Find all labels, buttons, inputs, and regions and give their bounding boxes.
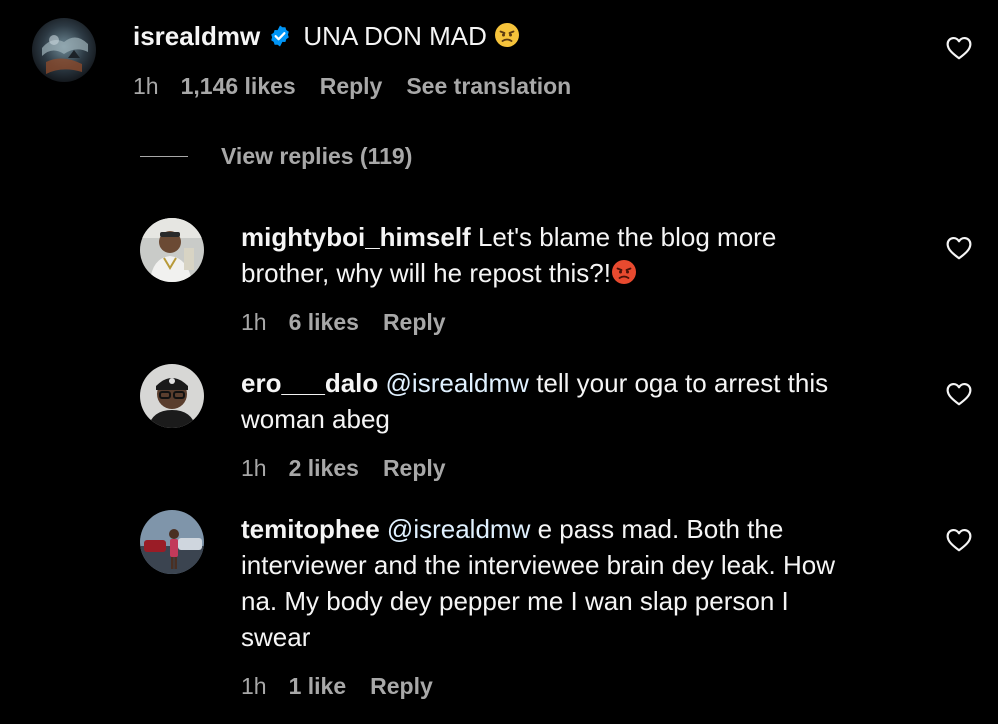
comment-body: UNA DON MAD bbox=[303, 21, 487, 51]
reply-body-line: interviewer and the interviewee brain de… bbox=[241, 550, 835, 580]
reply-body-line: Let's blame the blog more bbox=[477, 222, 777, 252]
view-replies-label[interactable]: View replies (119) bbox=[221, 140, 412, 172]
reply-likes[interactable]: 1 like bbox=[289, 673, 347, 699]
like-heart-icon[interactable] bbox=[946, 236, 972, 260]
reply-body-line: na. My body dey pepper me I wan slap per… bbox=[241, 586, 789, 616]
reply-button[interactable]: Reply bbox=[370, 673, 433, 699]
reply-username[interactable]: mightyboi_himself bbox=[241, 222, 471, 252]
reply-meta: 1h 2 likes Reply bbox=[241, 453, 470, 483]
reply-time: 1h bbox=[241, 309, 267, 335]
comment-likes[interactable]: 1,146 likes bbox=[181, 73, 296, 99]
avatar-temitophee[interactable] bbox=[140, 510, 204, 574]
avatar-ero-dalo[interactable] bbox=[140, 364, 204, 428]
reply-body-line: tell your oga to arrest this bbox=[536, 368, 829, 398]
like-heart-icon[interactable] bbox=[946, 36, 972, 60]
view-replies-divider bbox=[140, 156, 188, 157]
reply-text: ero___dalo @isrealdmw tell your oga to a… bbox=[241, 365, 941, 437]
comment-time: 1h bbox=[133, 73, 159, 99]
reply-button[interactable]: Reply bbox=[383, 309, 446, 335]
verified-badge-icon bbox=[268, 21, 292, 47]
reply-body-line: brother, why will he repost this?! bbox=[241, 258, 611, 288]
reply-body-line: woman abeg bbox=[241, 404, 390, 434]
comment-username[interactable]: isrealdmw bbox=[133, 21, 260, 51]
reply-time: 1h bbox=[241, 673, 267, 699]
reply-username[interactable]: temitophee bbox=[241, 514, 380, 544]
like-heart-icon[interactable] bbox=[946, 528, 972, 552]
reply-meta: 1h 6 likes Reply bbox=[241, 307, 470, 337]
angry-face-emoji-icon bbox=[494, 21, 520, 57]
reply-username[interactable]: ero___dalo bbox=[241, 368, 378, 398]
pouting-face-emoji-icon bbox=[611, 258, 637, 294]
like-heart-icon[interactable] bbox=[946, 382, 972, 406]
reply-text: mightyboi_himself Let's blame the blog m… bbox=[241, 219, 941, 294]
reply-mention[interactable]: @isrealdmw bbox=[387, 514, 530, 544]
reply-body-line: e pass mad. Both the bbox=[537, 514, 784, 544]
avatar-mightyboi-himself[interactable] bbox=[140, 218, 204, 282]
see-translation-button[interactable]: See translation bbox=[406, 73, 571, 99]
reply-mention[interactable]: @isrealdmw bbox=[386, 368, 529, 398]
reply-body-line: swear bbox=[241, 622, 311, 652]
comment-meta: 1h 1,146 likes Reply See translation bbox=[133, 71, 571, 101]
reply-time: 1h bbox=[241, 455, 267, 481]
reply-likes[interactable]: 2 likes bbox=[289, 455, 359, 481]
reply-button[interactable]: Reply bbox=[320, 73, 383, 99]
reply-button[interactable]: Reply bbox=[383, 455, 446, 481]
reply-meta: 1h 1 like Reply bbox=[241, 671, 457, 701]
avatar-isrealdmw[interactable] bbox=[32, 18, 96, 82]
reply-likes[interactable]: 6 likes bbox=[289, 309, 359, 335]
reply-text: temitophee @isrealdmw e pass mad. Both t… bbox=[241, 511, 941, 655]
comment-text: isrealdmw UNA DON MAD bbox=[133, 18, 520, 57]
